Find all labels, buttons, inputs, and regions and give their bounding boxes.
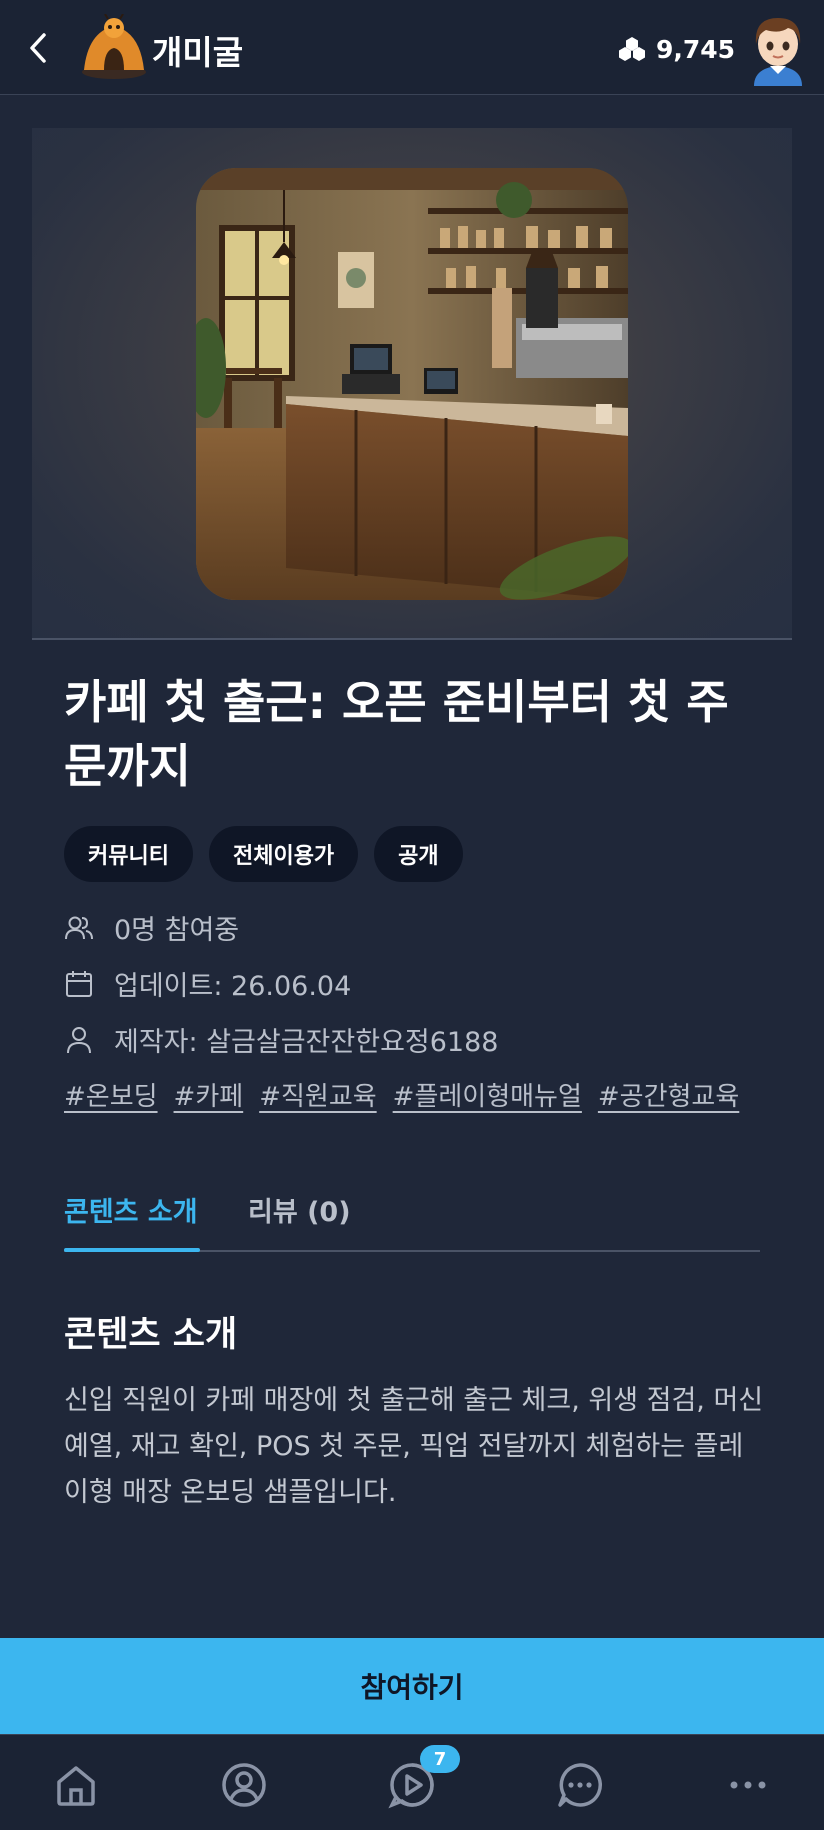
home-icon bbox=[57, 1766, 95, 1806]
coin-count: 9,745 bbox=[656, 34, 736, 64]
creator-row: 제작자: 살금살금잔잔한요정6188 bbox=[64, 1020, 498, 1059]
hashtag-list: #온보딩 #카페 #직원교육 #플레이형매뉴얼 #공간형교육 bbox=[64, 1076, 739, 1113]
section-description: 신입 직원이 카페 매장에 첫 출근해 출근 체크, 위생 점검, 머신 예열,… bbox=[64, 1385, 764, 1508]
app-title: 개미굴 bbox=[152, 33, 244, 72]
calendar-icon bbox=[66, 970, 92, 997]
updated-date: 업데이트: 26.06.04 bbox=[114, 971, 352, 1002]
page: 개미굴 9,745 카페 첫 출근: 오픈 준비부터 첫 주문까지 커뮤니티 전… bbox=[0, 0, 824, 1830]
nav-chat[interactable] bbox=[552, 1757, 608, 1813]
top-bar: 개미굴 9,745 bbox=[0, 0, 824, 95]
hero-banner bbox=[32, 128, 792, 640]
coin-balance[interactable]: 9,745 bbox=[618, 32, 735, 66]
tab-review[interactable]: 리뷰 (0) bbox=[248, 1190, 351, 1229]
more-icon bbox=[730, 1781, 766, 1789]
hashtag[interactable]: #직원교육 bbox=[259, 1076, 376, 1113]
hashtag[interactable]: #온보딩 bbox=[64, 1076, 158, 1113]
active-tab-indicator bbox=[64, 1248, 200, 1252]
content-title: 카페 첫 출근: 오픈 준비부터 첫 주문까지 bbox=[64, 675, 729, 793]
app-logo bbox=[78, 13, 150, 80]
users-icon bbox=[65, 916, 93, 939]
user-icon bbox=[67, 1026, 91, 1053]
participants-count: 0명 참여중 bbox=[114, 915, 240, 946]
section-heading: 콘텐츠 소개 bbox=[64, 1315, 238, 1355]
hashtag[interactable]: #공간형교육 bbox=[598, 1076, 739, 1113]
chevron-left-icon bbox=[30, 33, 46, 63]
hashtag[interactable]: #플레이형매뉴얼 bbox=[393, 1076, 582, 1113]
chip-visibility: 공개 bbox=[374, 826, 463, 882]
hashtag[interactable]: #카페 bbox=[174, 1076, 244, 1113]
join-button[interactable]: 참여하기 bbox=[0, 1638, 824, 1734]
nav-home[interactable] bbox=[48, 1757, 104, 1813]
nav-more[interactable] bbox=[720, 1757, 776, 1813]
category-chips: 커뮤니티 전체이용가 공개 bbox=[64, 826, 463, 882]
cafe-thumbnail-image bbox=[196, 168, 628, 600]
chip-community: 커뮤니티 bbox=[64, 826, 193, 882]
creator-name: 제작자: 살금살금잔잔한요정6188 bbox=[114, 1027, 499, 1058]
participants-row: 0명 참여중 bbox=[64, 908, 239, 947]
notification-badge: 7 bbox=[420, 1745, 460, 1773]
nav-profile[interactable] bbox=[216, 1757, 272, 1813]
bottom-navigation: 7 bbox=[0, 1734, 824, 1830]
chat-icon bbox=[558, 1763, 603, 1807]
chip-age-rating: 전체이용가 bbox=[208, 826, 359, 882]
user-avatar[interactable] bbox=[740, 10, 816, 86]
content-tabs: 콘텐츠 소개 리뷰 (0) bbox=[64, 1180, 760, 1252]
profile-icon bbox=[222, 1763, 266, 1807]
coins-icon bbox=[619, 37, 645, 61]
tab-intro[interactable]: 콘텐츠 소개 bbox=[64, 1190, 198, 1229]
updated-row: 업데이트: 26.06.04 bbox=[64, 964, 351, 1003]
back-button[interactable] bbox=[18, 26, 58, 70]
